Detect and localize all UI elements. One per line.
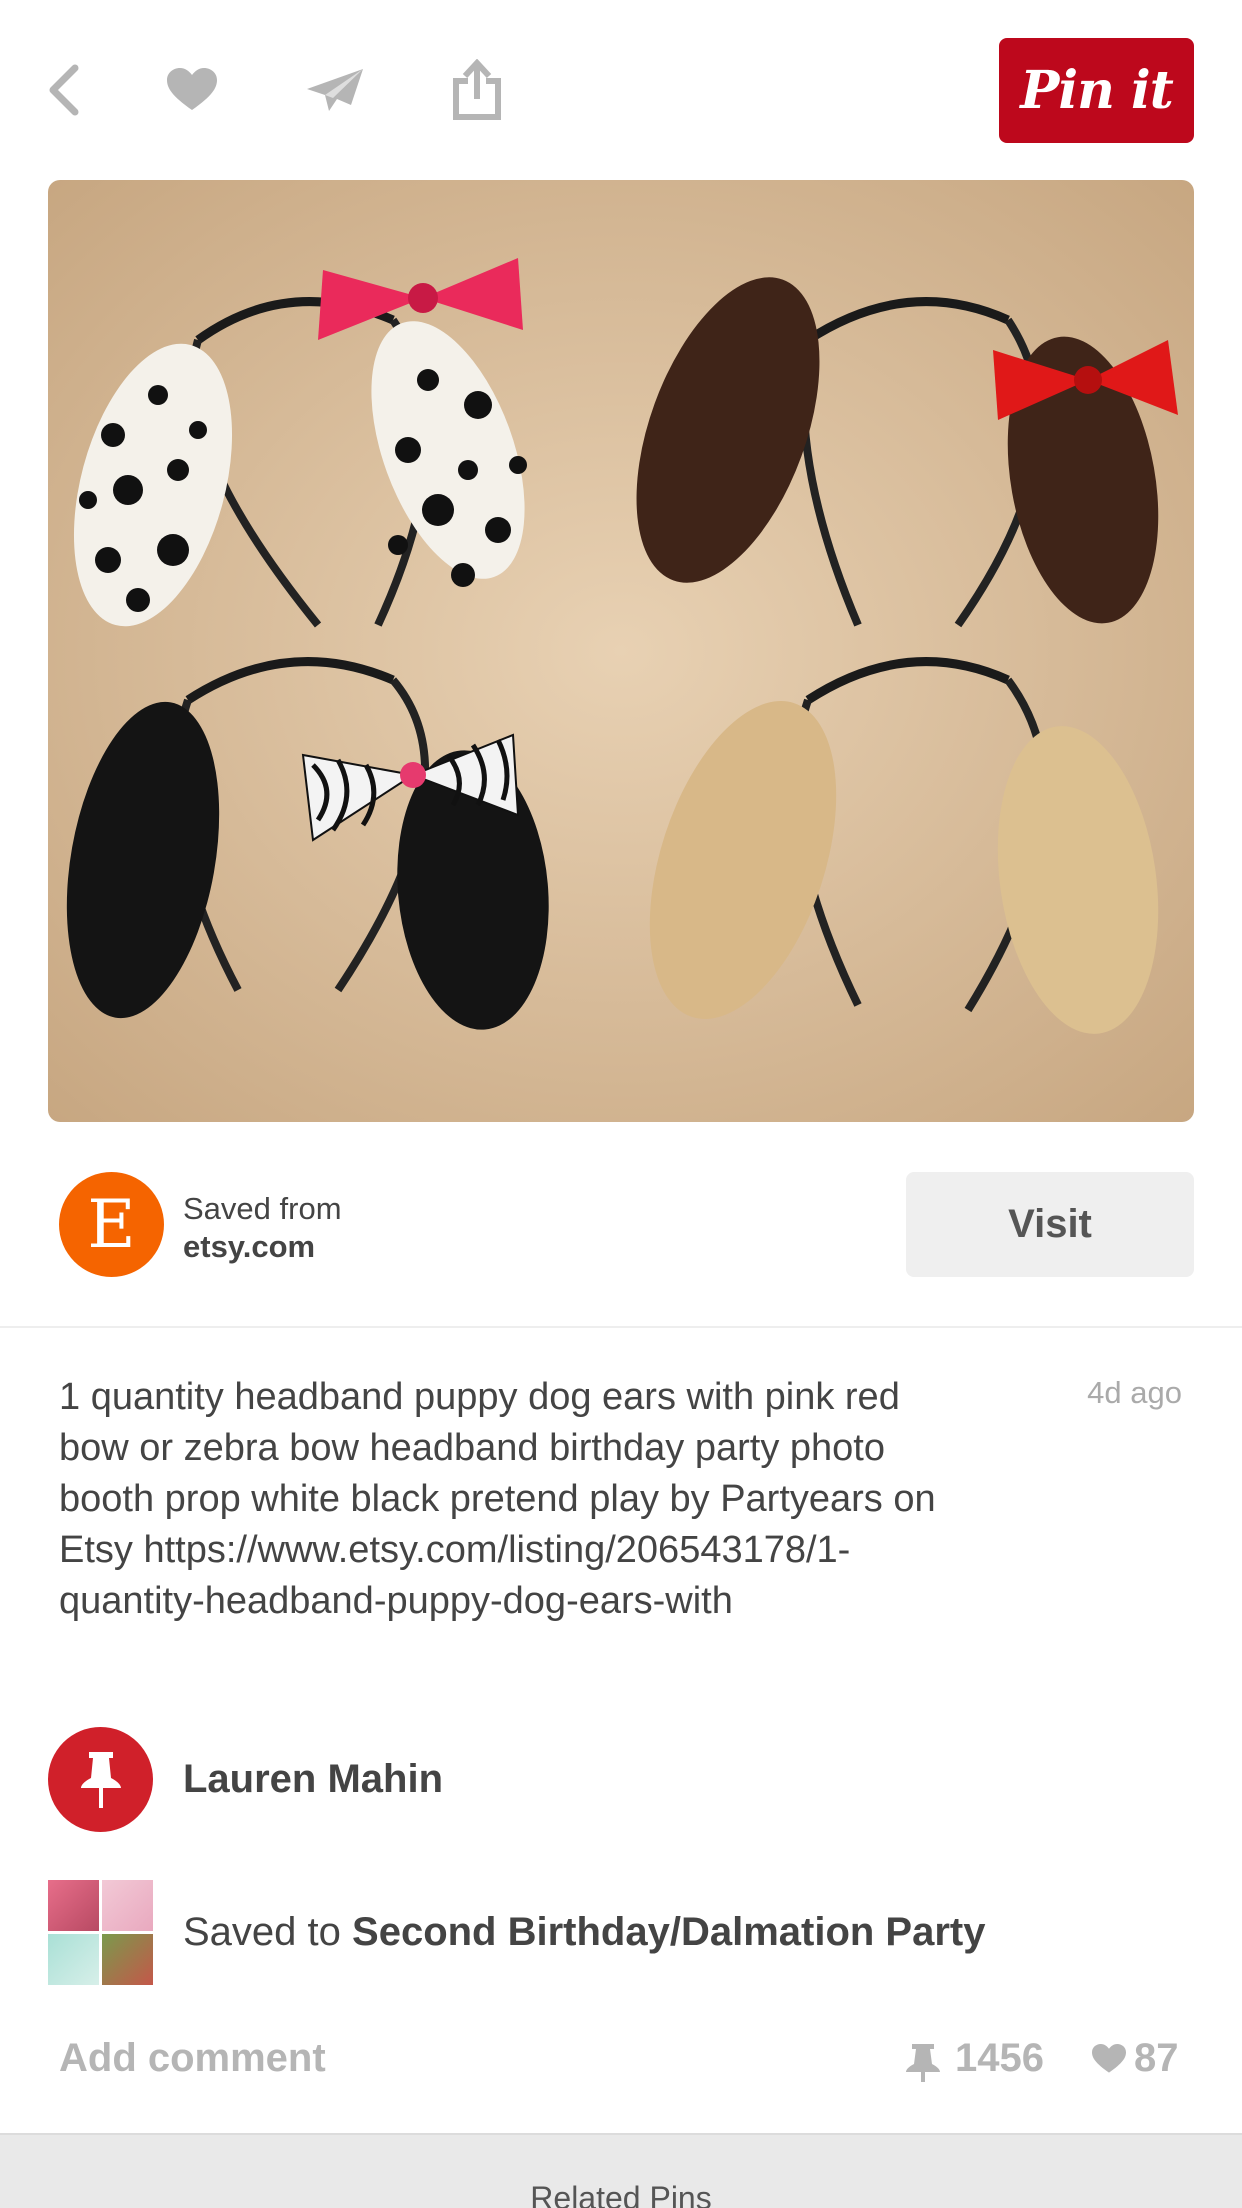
dog-ears-photo <box>48 180 1194 1122</box>
like-count: 87 <box>1134 2036 1179 2080</box>
repin-icon <box>904 2042 942 2087</box>
board-saved-to[interactable]: Saved to Second Birthday/Dalmation Party <box>183 1910 986 1955</box>
add-comment-button[interactable]: Add comment <box>59 2036 326 2081</box>
top-toolbar: Pin it <box>0 0 1242 180</box>
heart-icon[interactable] <box>157 55 227 125</box>
source-domain[interactable]: etsy.com <box>183 1229 315 1265</box>
source-row: E Saved from etsy.com Visit <box>0 1172 1242 1277</box>
actions-row: Add comment 1456 87 <box>0 2030 1242 2090</box>
share-icon[interactable] <box>442 55 512 125</box>
saved-from-label: Saved from <box>183 1191 342 1226</box>
section-divider <box>0 1326 1242 1328</box>
related-pins-label: Related Pins <box>530 2180 712 2208</box>
etsy-logo[interactable]: E <box>59 1172 164 1277</box>
visit-button[interactable]: Visit <box>906 1172 1194 1277</box>
related-pins-bar[interactable]: Related Pins <box>0 2133 1242 2208</box>
saved-to-label: Saved to <box>183 1910 341 1954</box>
pinner-name[interactable]: Lauren Mahin <box>183 1757 443 1802</box>
pin-image[interactable] <box>48 180 1194 1122</box>
board-row[interactable]: Saved to Second Birthday/Dalmation Party <box>0 1880 1242 1985</box>
pinner-row[interactable]: Lauren Mahin <box>0 1727 1242 1832</box>
back-arrow-icon[interactable] <box>30 55 100 125</box>
pin-description: 1 quantity headband puppy dog ears with … <box>59 1376 936 1622</box>
board-name[interactable]: Second Birthday/Dalmation Party <box>352 1910 985 1954</box>
board-thumbnail[interactable] <box>48 1880 153 1985</box>
like-heart-icon[interactable] <box>1092 2044 1126 2079</box>
send-icon[interactable] <box>300 55 370 125</box>
repin-count: 1456 <box>955 2036 1044 2080</box>
pin-it-button[interactable]: Pin it <box>999 38 1194 143</box>
pin-timestamp: 4d ago <box>1087 1375 1182 1410</box>
pushpin-icon[interactable] <box>48 1727 153 1832</box>
